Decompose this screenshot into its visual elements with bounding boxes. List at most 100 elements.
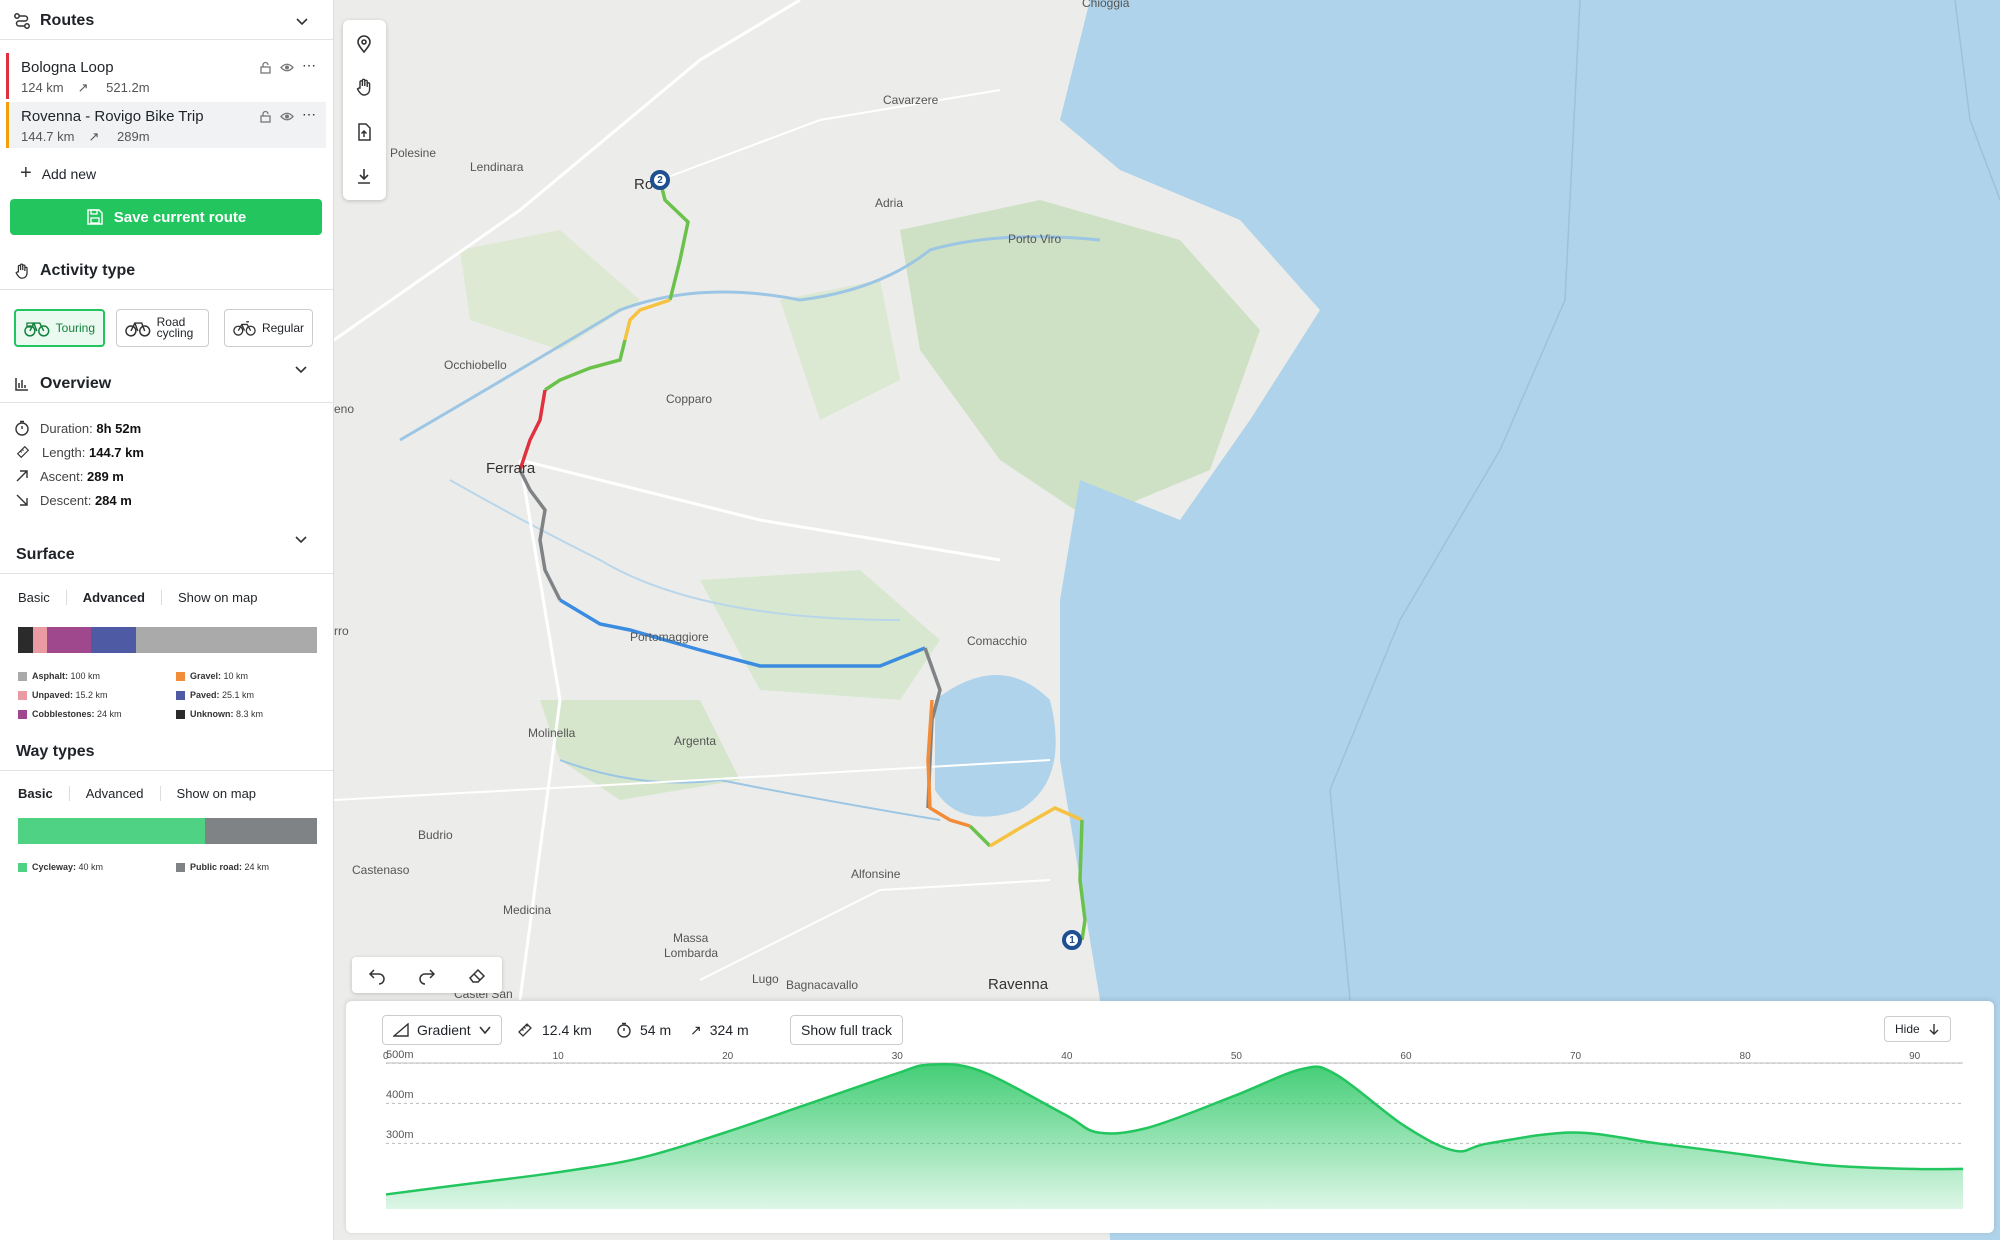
surface-tab-basic[interactable]: Basic — [18, 590, 67, 605]
stopwatch-icon — [617, 1022, 631, 1038]
way-type-segment — [18, 818, 205, 844]
way-type-segment — [204, 818, 317, 844]
x-tick-label: 10 — [552, 1051, 564, 1062]
legend-value: 24 km — [244, 862, 270, 872]
import-file-icon[interactable] — [354, 122, 374, 142]
lock-icon[interactable] — [259, 61, 272, 74]
map-place-label: Molinella — [528, 726, 576, 740]
legend-value: 8.3 km — [236, 709, 264, 719]
download-icon[interactable] — [354, 166, 374, 186]
map-place-label: Polesine — [390, 146, 437, 160]
legend-key: Unpaved: — [32, 690, 74, 700]
map-place-label: rro — [334, 624, 349, 638]
map-place-label: Budrio — [418, 828, 453, 842]
activity-label: Regular — [261, 321, 304, 335]
way-tab-show-on-map[interactable]: Show on map — [177, 786, 273, 801]
hide-button[interactable]: Hide — [1884, 1016, 1951, 1042]
show-full-track-button[interactable]: Show full track — [790, 1015, 904, 1045]
eye-icon[interactable] — [280, 110, 294, 123]
activity-title: Activity type — [40, 261, 136, 279]
route-ascent: 521.2m — [106, 80, 150, 95]
elevation-chart[interactable] — [346, 1001, 1994, 1233]
arrow-down-right-icon — [14, 492, 30, 508]
distance-value: 12.4 km — [542, 1022, 592, 1038]
gradient-icon — [393, 1023, 409, 1037]
eye-icon[interactable] — [280, 61, 294, 74]
hand-pan-icon[interactable] — [354, 77, 374, 97]
map-place-label: Chioggia — [1082, 0, 1130, 10]
more-options-icon[interactable]: ⋯ — [302, 107, 316, 123]
ascent-stat: ↗ 324 m — [690, 1015, 749, 1045]
save-icon — [86, 209, 103, 225]
legend-swatch — [18, 671, 27, 681]
ruler-icon — [518, 1023, 532, 1037]
save-route-label: Save current route — [113, 208, 247, 226]
route-item-bologna-loop[interactable]: Bologna Loop 124 km ↗ 521.2m ⋯ — [6, 53, 326, 99]
legend-key: Gravel: — [190, 671, 222, 681]
chevron-down-icon[interactable] — [296, 15, 308, 27]
map-place-label: Bagnacavallo — [786, 978, 859, 992]
surface-segment — [136, 627, 317, 653]
waypoint-pin[interactable]: 2 — [650, 170, 670, 190]
elevation-panel: Gradient 12.4 km 54 m ↗ 324 m Show full … — [346, 1001, 1994, 1233]
activity-regular-button[interactable]: Regular — [224, 309, 313, 347]
route-length: 124 km — [21, 80, 64, 95]
surface-tab-show-on-map[interactable]: Show on map — [178, 590, 274, 605]
legend-value: 24 km — [97, 709, 122, 719]
surface-segment — [33, 627, 48, 653]
overview-row: Duration: 8h 52m — [14, 420, 141, 436]
legend-item: Paved: 25.1 km — [176, 690, 254, 700]
legend-item: Unknown: 8.3 km — [176, 709, 263, 719]
route-length: 144.7 km — [21, 129, 75, 144]
map-place-label: Lombarda — [664, 946, 719, 960]
legend-swatch — [18, 690, 27, 700]
undo-icon[interactable] — [367, 965, 387, 985]
save-route-button[interactable]: Save current route — [10, 199, 322, 235]
map-place-label: Alfonsine — [851, 867, 901, 881]
overview-key: Length: — [42, 444, 86, 460]
redo-icon[interactable] — [417, 965, 437, 985]
surface-bar — [18, 627, 317, 653]
show-full-track-label: Show full track — [801, 1022, 893, 1038]
edit-toolbar — [352, 957, 502, 993]
hide-label: Hide — [1895, 1022, 1920, 1036]
overview-value: 8h 52m — [96, 420, 142, 436]
map-place-label: Ferrara — [486, 460, 536, 477]
map-place-label: Lendinara — [470, 160, 524, 174]
map-place-label: Adria — [875, 196, 904, 210]
add-new-route-button[interactable]: + Add new — [20, 162, 96, 185]
ruler-icon — [14, 444, 32, 460]
add-new-label: Add new — [41, 165, 97, 182]
gradient-dropdown[interactable]: Gradient — [382, 1015, 502, 1045]
hand-pointer-icon — [12, 261, 32, 281]
legend-key: Paved: — [190, 690, 220, 700]
ascent-value: 324 m — [709, 1022, 749, 1038]
route-item-rovenna-rovigo[interactable]: Rovenna - Rovigo Bike Trip 144.7 km ↗ 289… — [6, 102, 326, 148]
duration-stat: 54 m — [616, 1015, 671, 1045]
add-waypoint-icon[interactable] — [354, 34, 374, 54]
activity-road-cycling-button[interactable]: Road cycling — [116, 309, 209, 347]
waypoint-pin[interactable]: 1 — [1062, 930, 1082, 950]
way-tab-advanced[interactable]: Advanced — [86, 786, 161, 801]
stopwatch-icon — [14, 420, 30, 436]
legend-value: 100 km — [70, 671, 101, 681]
arrow-down-icon — [1929, 1024, 1939, 1035]
way-tab-basic[interactable]: Basic — [18, 786, 70, 801]
map-place-label: Porto Viro — [1008, 232, 1062, 246]
routes-header[interactable]: Routes — [0, 2, 334, 40]
legend-item: Unpaved: 15.2 km — [18, 690, 108, 700]
legend-swatch — [176, 671, 185, 681]
surface-tabs: Basic Advanced Show on map — [18, 590, 289, 605]
eraser-icon[interactable] — [467, 965, 487, 985]
more-options-icon[interactable]: ⋯ — [302, 58, 316, 74]
bike-icon — [233, 321, 256, 336]
activity-touring-button[interactable]: Touring — [14, 309, 105, 347]
lock-icon[interactable] — [259, 110, 272, 123]
overview-header: Overview — [0, 365, 334, 403]
surface-tab-advanced[interactable]: Advanced — [83, 590, 162, 605]
activity-label: Road cycling — [156, 315, 194, 340]
map-place-label: Lugo — [752, 972, 779, 986]
map-place-label: Comacchio — [967, 634, 1028, 648]
surface-segment — [90, 627, 137, 653]
y-tick-label: 400m — [386, 1089, 414, 1102]
